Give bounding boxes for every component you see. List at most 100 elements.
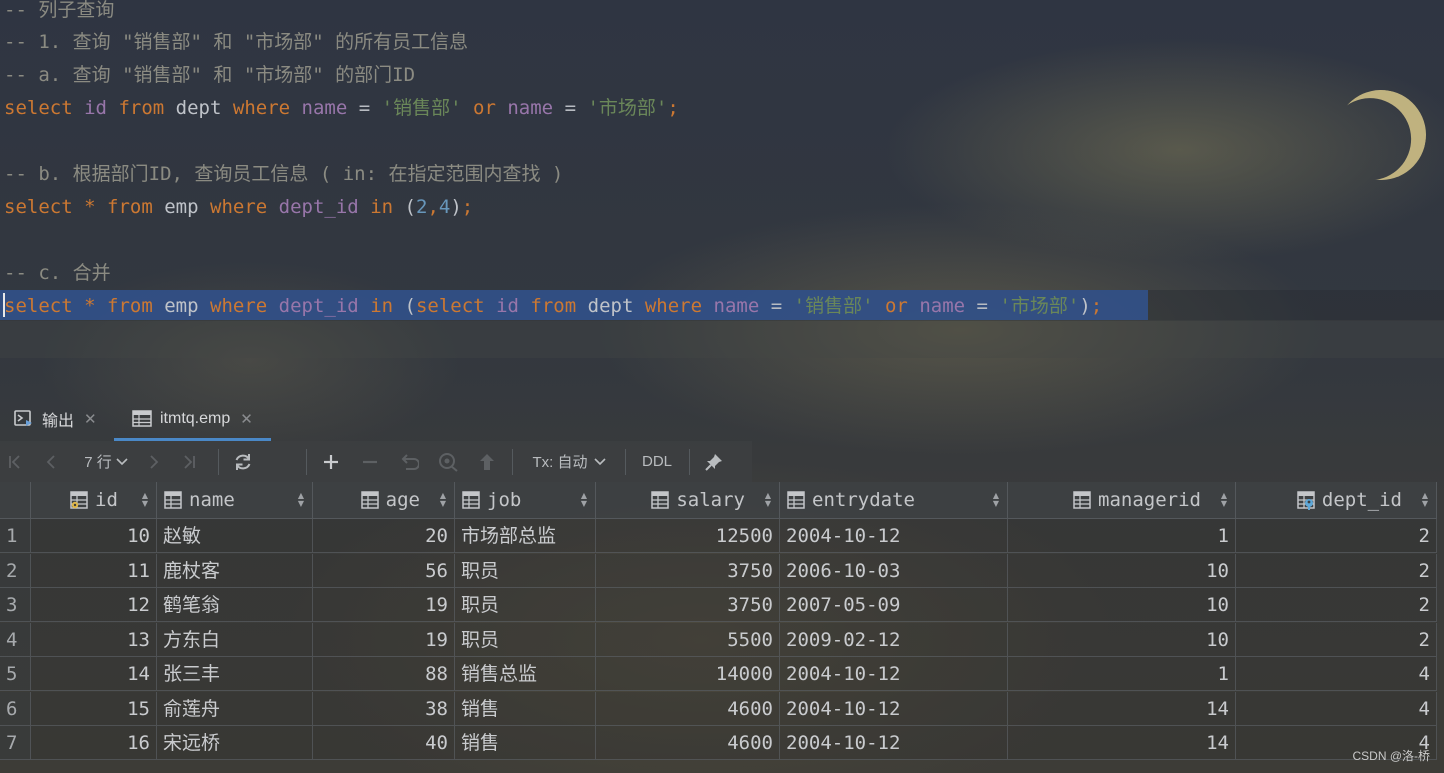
- column-header-id[interactable]: id ▲ ▼: [31, 482, 157, 519]
- transaction-mode-dropdown[interactable]: Tx: 自动: [524, 441, 614, 482]
- sort-icon[interactable]: ▲ ▼: [1422, 492, 1428, 508]
- cell-managerid[interactable]: 14: [1008, 691, 1236, 726]
- column-header-job[interactable]: job ▲ ▼: [455, 482, 596, 519]
- cell-managerid[interactable]: 1: [1008, 519, 1236, 553]
- tab-itmtq-emp[interactable]: itmtq.emp ✕: [114, 400, 271, 441]
- cell-age[interactable]: 56: [313, 553, 455, 588]
- close-icon[interactable]: ✕: [84, 410, 97, 428]
- sort-icon[interactable]: ▲ ▼: [1221, 492, 1227, 508]
- cell-salary[interactable]: 4600: [596, 691, 780, 726]
- cell-entrydate[interactable]: 2006-10-03: [780, 553, 1008, 588]
- cell-id[interactable]: 16: [31, 726, 157, 760]
- revert-icon[interactable]: [396, 441, 422, 482]
- column-header-age[interactable]: age ▲ ▼: [313, 482, 455, 519]
- cell-age[interactable]: 19: [313, 588, 455, 622]
- view-icon[interactable]: [435, 441, 461, 482]
- cell-managerid[interactable]: 10: [1008, 622, 1236, 657]
- cell-age[interactable]: 19: [313, 622, 455, 657]
- rows-count-dropdown[interactable]: 7 行: [76, 441, 136, 482]
- sort-icon[interactable]: ▲ ▼: [581, 492, 587, 508]
- row-number[interactable]: 1: [0, 519, 31, 553]
- cell-id[interactable]: 13: [31, 622, 157, 657]
- cell-entrydate[interactable]: 2004-10-12: [780, 519, 1008, 553]
- refresh-icon[interactable]: [230, 441, 256, 482]
- cell-age[interactable]: 38: [313, 691, 455, 726]
- column-header-managerid[interactable]: managerid ▲ ▼: [1008, 482, 1236, 519]
- cell-job[interactable]: 市场部总监: [455, 519, 596, 553]
- cell-id[interactable]: 15: [31, 691, 157, 726]
- cell-job[interactable]: 销售: [455, 726, 596, 760]
- tab-output[interactable]: 输出 ✕: [14, 400, 97, 438]
- row-number[interactable]: 2: [0, 553, 31, 588]
- sql-editor[interactable]: -- 列子查询 -- 1. 查询 "销售部" 和 "市场部" 的所有员工信息 -…: [0, 0, 1444, 358]
- close-icon[interactable]: ✕: [240, 410, 253, 428]
- cell-salary[interactable]: 4600: [596, 726, 780, 760]
- sort-icon[interactable]: ▲ ▼: [993, 492, 999, 508]
- cell-salary[interactable]: 12500: [596, 519, 780, 553]
- cell-entrydate[interactable]: 2004-10-12: [780, 657, 1008, 691]
- column-header-dept_id[interactable]: dept_id ▲ ▼: [1236, 482, 1437, 519]
- cell-age[interactable]: 88: [313, 657, 455, 691]
- cell-name[interactable]: 宋远桥: [157, 726, 313, 760]
- column-header-entrydate[interactable]: entrydate ▲ ▼: [780, 482, 1008, 519]
- add-row-icon[interactable]: [318, 441, 344, 482]
- cell-dept_id[interactable]: 4: [1236, 691, 1437, 726]
- cell-name[interactable]: 鹤笔翁: [157, 588, 313, 622]
- cell-dept_id[interactable]: 2: [1236, 622, 1437, 657]
- cell-name[interactable]: 俞莲舟: [157, 691, 313, 726]
- cell-age[interactable]: 40: [313, 726, 455, 760]
- cell-id[interactable]: 10: [31, 519, 157, 553]
- editor-footer-strip: [0, 320, 1444, 358]
- cell-managerid[interactable]: 1: [1008, 657, 1236, 691]
- next-page-icon[interactable]: [143, 441, 165, 482]
- cell-name[interactable]: 赵敏: [157, 519, 313, 553]
- paren: ): [1079, 295, 1091, 317]
- cell-job[interactable]: 职员: [455, 622, 596, 657]
- cell-managerid[interactable]: 10: [1008, 588, 1236, 622]
- sort-icon[interactable]: ▲ ▼: [298, 492, 304, 508]
- cell-dept_id[interactable]: 2: [1236, 553, 1437, 588]
- cell-salary[interactable]: 14000: [596, 657, 780, 691]
- ddl-button[interactable]: DDL: [637, 441, 677, 482]
- cell-dept_id[interactable]: 2: [1236, 519, 1437, 553]
- pin-icon[interactable]: [700, 441, 728, 482]
- sort-icon[interactable]: ▲ ▼: [440, 492, 446, 508]
- row-number[interactable]: 4: [0, 622, 31, 657]
- cell-dept_id[interactable]: 2: [1236, 588, 1437, 622]
- cell-name[interactable]: 方东白: [157, 622, 313, 657]
- row-number[interactable]: 7: [0, 726, 31, 760]
- submit-icon[interactable]: [474, 441, 500, 482]
- last-page-icon[interactable]: [178, 441, 200, 482]
- cell-salary[interactable]: 3750: [596, 553, 780, 588]
- cell-entrydate[interactable]: 2004-10-12: [780, 691, 1008, 726]
- delete-row-icon[interactable]: [357, 441, 383, 482]
- cell-salary[interactable]: 5500: [596, 622, 780, 657]
- column-header-name[interactable]: name ▲ ▼: [157, 482, 313, 519]
- cell-dept_id[interactable]: 4: [1236, 657, 1437, 691]
- cell-id[interactable]: 14: [31, 657, 157, 691]
- sort-icon[interactable]: ▲ ▼: [765, 492, 771, 508]
- cell-id[interactable]: 12: [31, 588, 157, 622]
- cell-id[interactable]: 11: [31, 553, 157, 588]
- cell-job[interactable]: 销售: [455, 691, 596, 726]
- cell-entrydate[interactable]: 2004-10-12: [780, 726, 1008, 760]
- cell-job[interactable]: 职员: [455, 553, 596, 588]
- cell-managerid[interactable]: 14: [1008, 726, 1236, 760]
- cell-name[interactable]: 张三丰: [157, 657, 313, 691]
- cell-name[interactable]: 鹿杖客: [157, 553, 313, 588]
- grid-corner[interactable]: [0, 482, 31, 519]
- cell-age[interactable]: 20: [313, 519, 455, 553]
- cell-salary[interactable]: 3750: [596, 588, 780, 622]
- cell-job[interactable]: 销售总监: [455, 657, 596, 691]
- cell-entrydate[interactable]: 2009-02-12: [780, 622, 1008, 657]
- column-header-salary[interactable]: salary ▲ ▼: [596, 482, 780, 519]
- first-page-icon[interactable]: [4, 441, 26, 482]
- row-number[interactable]: 6: [0, 691, 31, 726]
- row-number[interactable]: 3: [0, 588, 31, 622]
- cell-entrydate[interactable]: 2007-05-09: [780, 588, 1008, 622]
- cell-job[interactable]: 职员: [455, 588, 596, 622]
- prev-page-icon[interactable]: [40, 441, 62, 482]
- row-number[interactable]: 5: [0, 657, 31, 691]
- sort-icon[interactable]: ▲ ▼: [142, 492, 148, 508]
- cell-managerid[interactable]: 10: [1008, 553, 1236, 588]
